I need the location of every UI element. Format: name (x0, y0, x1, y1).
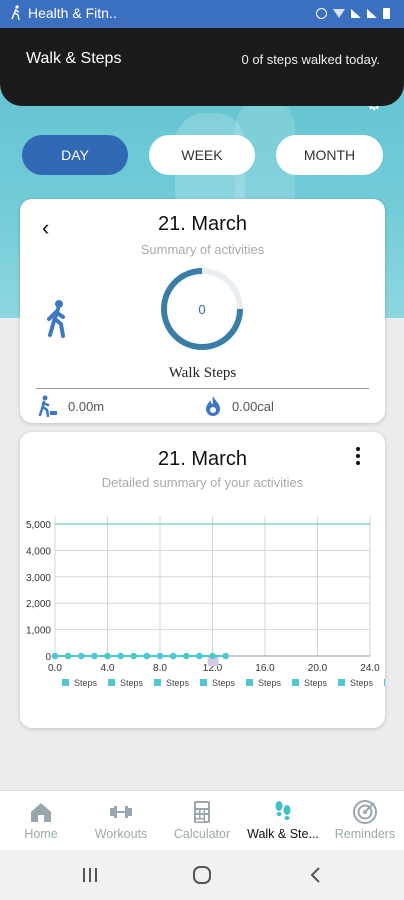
chart-legend-label: Steps (166, 678, 190, 688)
chart-y-tick-label: 5,000 (26, 520, 51, 531)
chart-x-tick-label: 20.0 (308, 663, 328, 674)
chart-x-tick-label: 8.0 (153, 663, 167, 674)
summary-date: 21. March (158, 213, 247, 235)
chart-legend-swatch (200, 679, 207, 686)
nav-calculator[interactable]: Calculator (168, 791, 236, 851)
toast-title: Walk & Steps (26, 50, 122, 67)
home-icon (31, 803, 51, 822)
chart-y-tick-label: 0 (45, 652, 51, 663)
alarm-icon (316, 8, 327, 19)
back-button-icon[interactable] (304, 864, 328, 886)
battery-icon (383, 8, 390, 19)
chart-legend-swatch (108, 679, 115, 686)
wifi-icon (333, 9, 345, 18)
chart-data-point (222, 652, 229, 660)
chart-data-point (196, 652, 203, 660)
chart-legend-label: Steps (212, 678, 236, 688)
chart-data-point (143, 652, 151, 660)
summary-card: ‹ 21. March Summary of activities 0 Walk… (20, 199, 385, 423)
chart-data-point (182, 652, 190, 660)
chart-y-tick-label: 4,000 (26, 546, 51, 557)
chart-data-point (169, 652, 177, 660)
toast-message: 0 of steps walked today. (241, 52, 380, 67)
distance-stat: 0.00m (38, 395, 104, 417)
target-icon (353, 800, 377, 824)
home-button-icon[interactable] (190, 864, 214, 886)
chart-x-tick-label: 4.0 (101, 663, 115, 674)
chart-legend-swatch (154, 679, 161, 686)
nav-workouts[interactable]: Workouts (86, 791, 156, 851)
calories-value: 0.00cal (232, 398, 274, 414)
chart-data-point (51, 652, 59, 660)
dumbbell-icon (110, 806, 132, 818)
chart-data-point (130, 652, 138, 660)
tab-day[interactable]: DAY (22, 135, 128, 175)
chart-legend-label: Steps (74, 678, 98, 688)
chart-y-tick-label: 3,000 (26, 573, 51, 584)
nav-label-workouts: Workouts (94, 827, 148, 841)
status-bar: Health & Fitn.. (0, 0, 404, 28)
steps-value: 0 (198, 301, 206, 317)
chart-legend-swatch (292, 679, 299, 686)
detail-date: 21. March (158, 448, 247, 470)
distance-value: 0.00m (68, 398, 105, 414)
detail-subtitle: Detailed summary of your activities (101, 475, 304, 490)
steps-progress-ring: 0 (160, 267, 244, 351)
divider (36, 388, 369, 389)
chart-x-tick-label: 24.0 (360, 663, 380, 674)
walking-person-icon (47, 300, 65, 338)
bottom-navigation: Home Workouts Calculator Walk & Ste... R… (0, 790, 404, 851)
tab-week[interactable]: WEEK (149, 135, 255, 175)
chart-data-point (209, 652, 216, 660)
chart-x-tick-label: 16.0 (255, 663, 275, 674)
chart-data-point (156, 652, 164, 660)
chart-legend-swatch (246, 679, 253, 686)
nav-home[interactable]: Home (8, 791, 74, 851)
flame-icon (206, 396, 220, 416)
calculator-icon (194, 801, 210, 823)
tab-month[interactable]: MONTH (276, 135, 383, 175)
distance-walker-icon (38, 395, 57, 417)
chart-legend-label: Steps (258, 678, 282, 688)
chart-legend-swatch-partial (384, 679, 385, 686)
chart-data-point (104, 652, 111, 660)
nav-walk-steps[interactable]: Walk & Ste... (242, 791, 324, 851)
nav-label-home: Home (24, 827, 58, 841)
chart-legend-swatch (62, 679, 69, 686)
nav-label-reminders: Reminders (334, 827, 396, 841)
recent-apps-icon[interactable] (78, 864, 102, 886)
chart-data-point (91, 652, 98, 660)
steps-chart: 01,0002,0003,0004,0005,0000.0 4.0 8.0 12.0 1… (26, 516, 385, 688)
steps-label: Walk Steps (168, 365, 237, 381)
chart-data-point (77, 652, 85, 660)
chart-y-tick-label: 1,000 (26, 626, 51, 637)
nav-reminders[interactable]: Reminders (332, 791, 398, 851)
signal-icon-2 (367, 9, 377, 18)
status-icons (316, 8, 390, 19)
footprints-icon (275, 801, 291, 820)
toast-notification: Walk & Steps 0 of steps walked today. (0, 28, 404, 106)
summary-subtitle: Summary of activities (140, 242, 265, 257)
signal-icon (351, 9, 361, 18)
chart-legend-swatch (338, 679, 345, 686)
chart-y-tick-label: 2,000 (26, 599, 51, 610)
chart-x-tick-label: 0.0 (48, 663, 62, 674)
chart-legend-label: Steps (350, 678, 374, 688)
chart-data-point (117, 652, 124, 660)
system-navigation-bar (0, 850, 404, 900)
more-options-icon[interactable] (353, 446, 363, 466)
chart-legend-label: Steps (120, 678, 144, 688)
nav-label-calculator: Calculator (173, 827, 231, 841)
chart-legend-label: Steps (304, 678, 328, 688)
detail-card: 21. March Detailed summary of your activ… (20, 432, 385, 728)
calories-stat: 0.00cal (204, 395, 274, 417)
runner-icon (11, 5, 20, 21)
status-app-title: Health & Fitn.. (28, 5, 117, 21)
chart-data-point (64, 652, 72, 660)
nav-label-walk-steps: Walk & Ste... (247, 827, 319, 841)
